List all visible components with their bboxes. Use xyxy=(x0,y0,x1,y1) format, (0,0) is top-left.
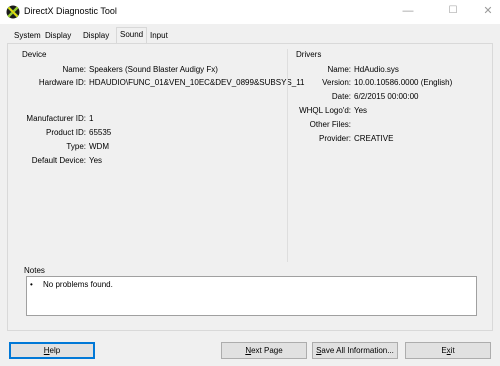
close-icon[interactable]: ✕ xyxy=(478,2,498,20)
provider-value: CREATIVE xyxy=(354,134,394,143)
next-page-button[interactable]: Next Page xyxy=(221,342,307,359)
driver-version-value: 10.00.10586.0000 (English) xyxy=(354,78,453,87)
tab-display-2[interactable]: Display 2 xyxy=(81,29,111,53)
title-bar[interactable]: DirectX Diagnostic Tool — ☐ ✕ xyxy=(0,0,500,24)
maximize-icon[interactable]: ☐ xyxy=(443,2,463,20)
driver-date-value: 6/2/2015 00:00:00 xyxy=(354,92,419,101)
driver-name-value: HdAudio.sys xyxy=(354,65,399,74)
manufacturer-id-label: Manufacturer ID: xyxy=(26,114,86,123)
exit-button[interactable]: Exit xyxy=(405,342,491,359)
tab-sound[interactable]: Sound xyxy=(116,27,148,43)
provider-label: Provider: xyxy=(318,134,351,143)
default-device-label: Default Device: xyxy=(31,156,86,165)
save-all-label: ave All Information... xyxy=(321,346,394,355)
help-button[interactable]: Help xyxy=(9,342,95,359)
type-value: WDM xyxy=(89,142,109,151)
driver-version-label: Version: xyxy=(322,78,351,87)
tab-display-1[interactable]: Display 1 xyxy=(43,29,73,53)
type-label: Type: xyxy=(66,142,86,151)
driver-name-label: Name: xyxy=(327,65,351,74)
product-id-label: Product ID: xyxy=(45,128,86,137)
other-files-label: Other Files: xyxy=(309,120,351,129)
drivers-group-label: Drivers xyxy=(296,50,322,59)
minimize-icon[interactable]: — xyxy=(398,2,418,20)
next-page-label: ext Page xyxy=(251,346,283,355)
exit-label: it xyxy=(450,346,455,355)
notes-group-label: Notes xyxy=(24,266,45,275)
default-device-value: Yes xyxy=(89,156,103,165)
save-all-information-button[interactable]: Save All Information... xyxy=(312,342,398,359)
note-item: No problems found. xyxy=(43,280,113,289)
device-group-label: Device xyxy=(22,50,47,59)
hardware-id-value: HDAUDIO\FUNC_01&VEN_10EC&DEV_0899&SUBSYS… xyxy=(89,78,305,87)
device-name-label: Name: xyxy=(62,65,86,74)
whql-value: Yes xyxy=(354,106,368,115)
whql-label: WHQL Logo'd: xyxy=(299,106,351,115)
directx-icon xyxy=(6,5,20,19)
product-id-value: 65535 xyxy=(89,128,112,137)
notes-box[interactable]: • No problems found. xyxy=(26,276,477,316)
driver-date-label: Date: xyxy=(331,92,351,101)
help-label: elp xyxy=(49,346,61,355)
window-title: DirectX Diagnostic Tool xyxy=(24,6,117,16)
dxdiag-window: DirectX Diagnostic Tool — ☐ ✕ System Dis… xyxy=(0,0,500,366)
tab-system[interactable]: System xyxy=(12,29,43,42)
hardware-id-label: Hardware ID: xyxy=(38,78,86,87)
device-name-value: Speakers (Sound Blaster Audigy Fx) xyxy=(89,65,218,74)
manufacturer-id-value: 1 xyxy=(89,114,94,123)
tab-input[interactable]: Input xyxy=(148,29,170,42)
note-bullet: • xyxy=(30,280,33,289)
